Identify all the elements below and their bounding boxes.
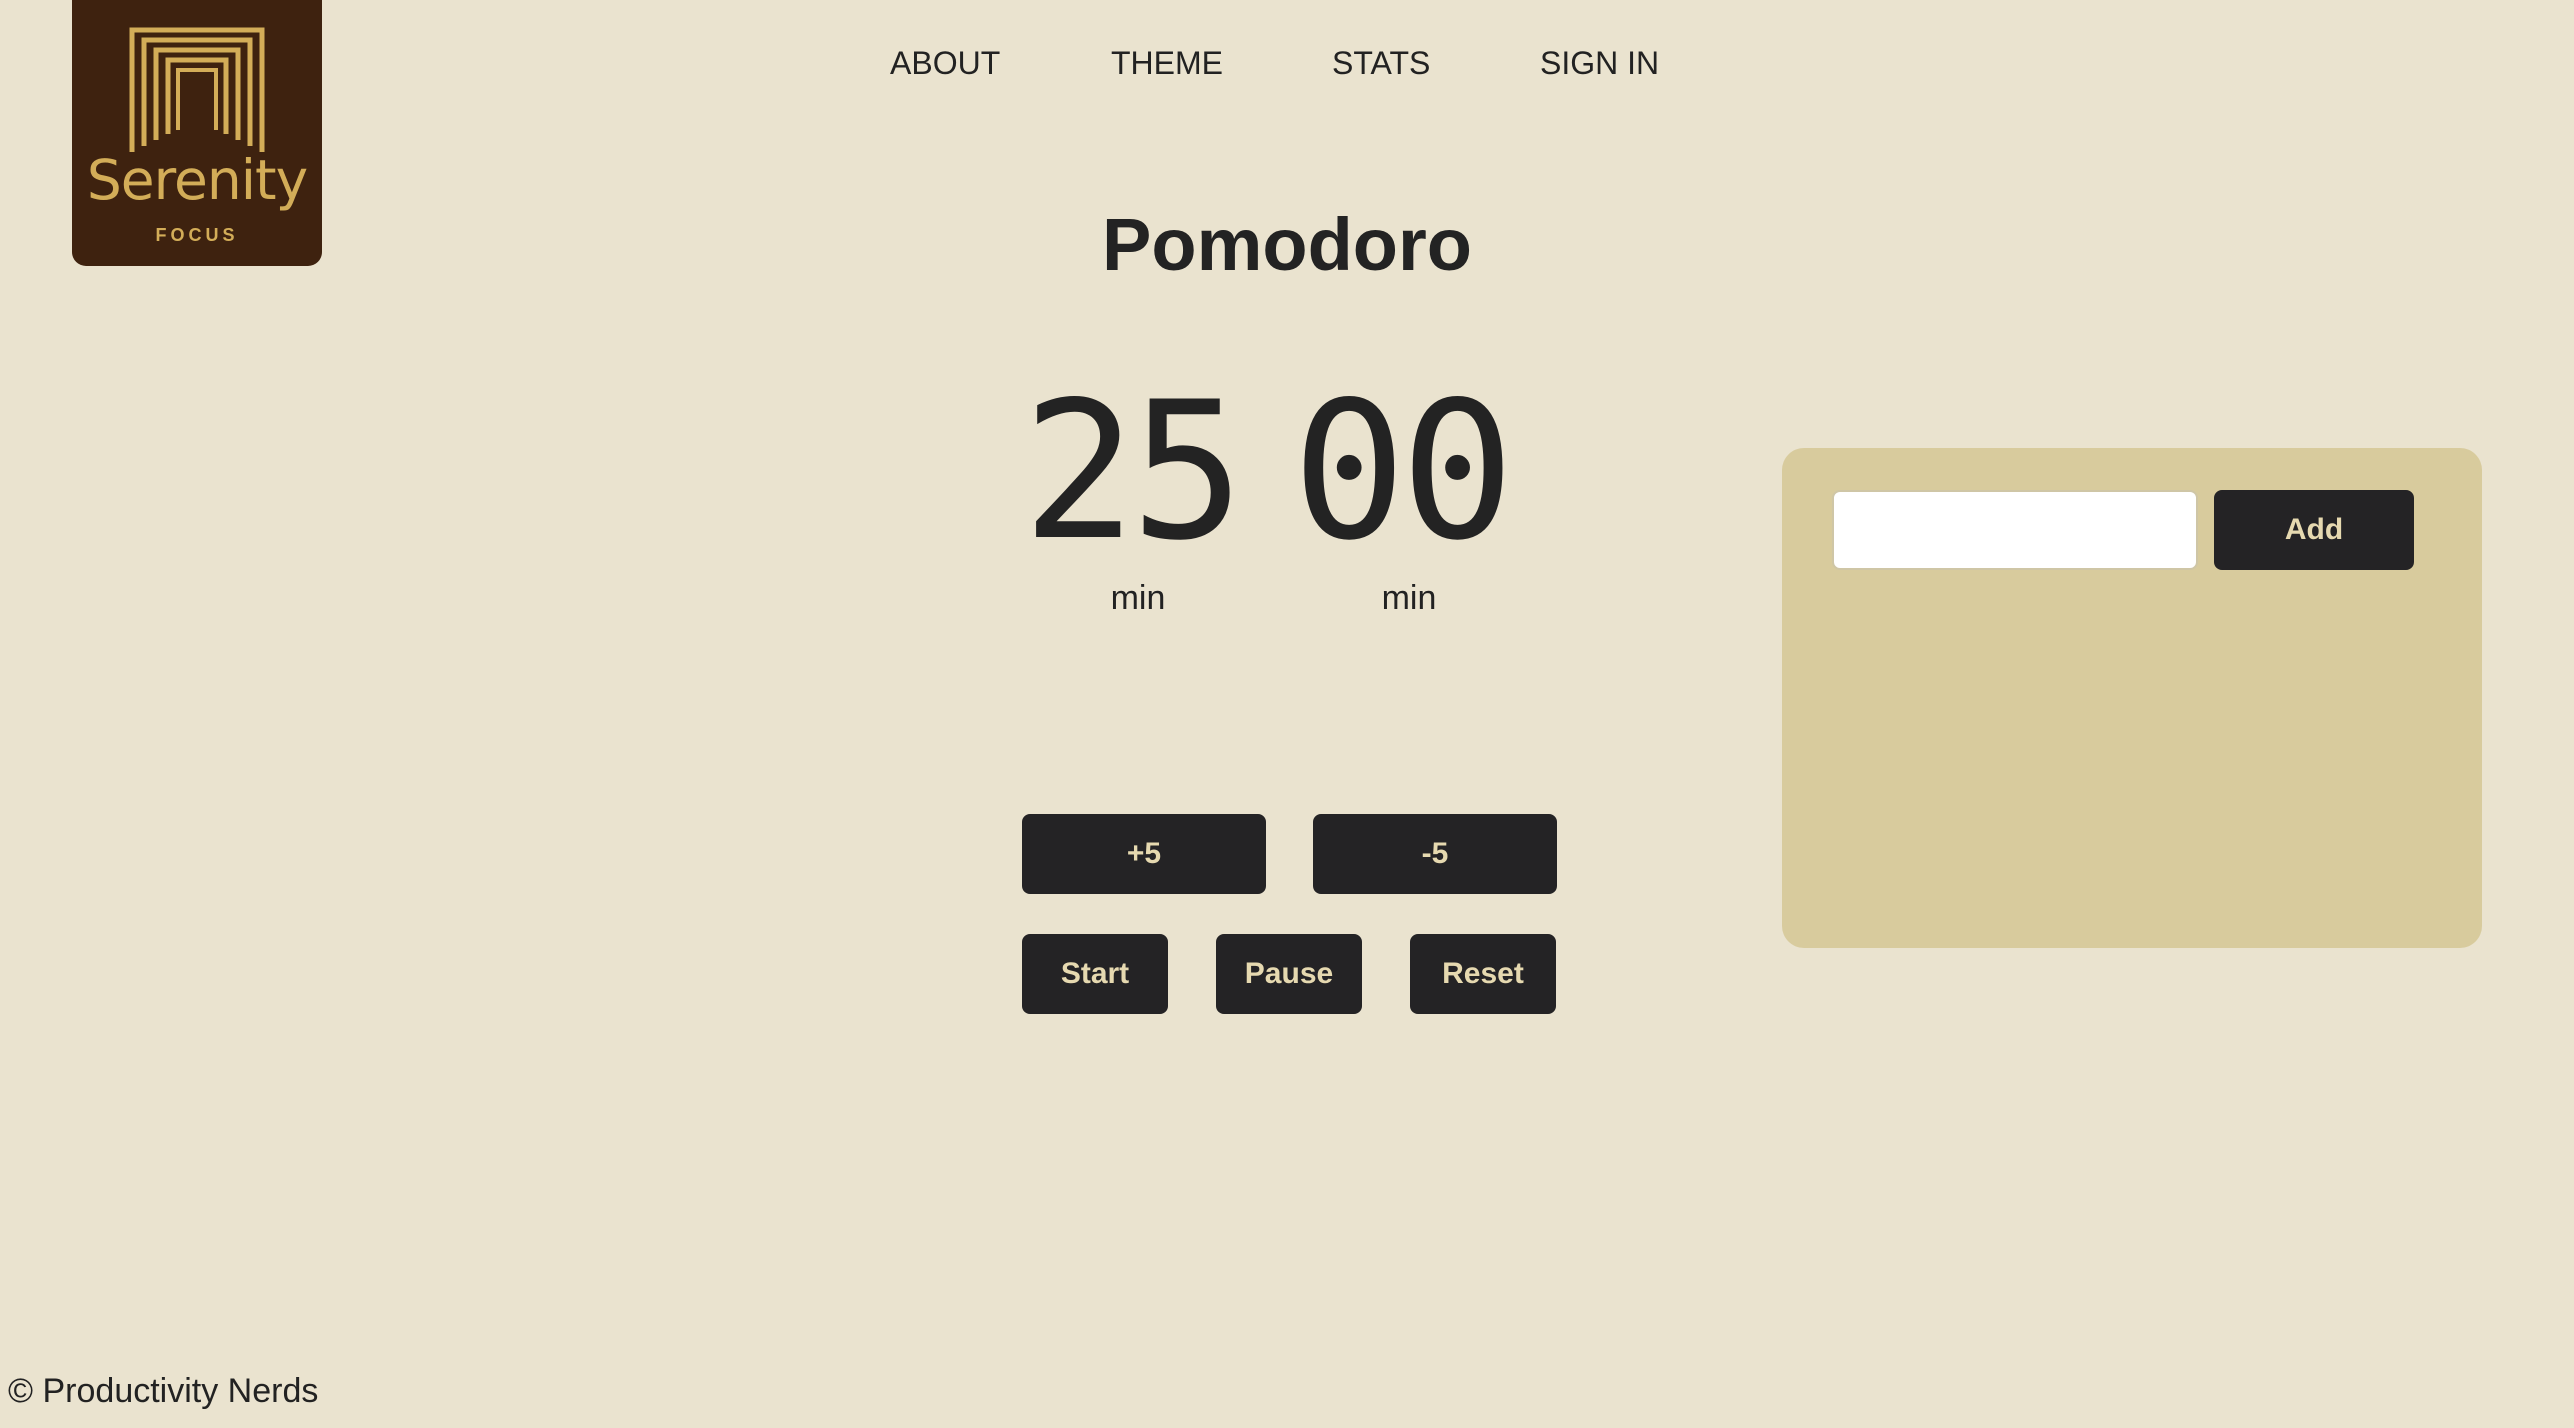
seconds-unit-label: min (1381, 579, 1437, 617)
start-button[interactable]: Start (1022, 934, 1168, 1014)
add-task-button[interactable]: Add (2214, 490, 2414, 570)
task-panel: Add (1782, 448, 2482, 948)
subtract-five-minutes-button[interactable]: -5 (1313, 814, 1557, 894)
page-title: Pomodoro (1102, 203, 1472, 286)
nav-about[interactable]: ABOUT (890, 42, 1000, 84)
task-input[interactable] (1832, 490, 2198, 570)
nav-stats[interactable]: STATS (1332, 42, 1430, 84)
timer-minutes: 25 (1022, 361, 1245, 582)
reset-button[interactable]: Reset (1410, 934, 1556, 1014)
footer-copyright: © Productivity Nerds (8, 1372, 319, 1410)
timer-seconds: 00 (1292, 361, 1515, 582)
minutes-unit-label: min (1110, 579, 1166, 617)
nav-theme[interactable]: THEME (1111, 42, 1223, 84)
nav-sign-in[interactable]: SIGN IN (1540, 42, 1659, 84)
add-five-minutes-button[interactable]: +5 (1022, 814, 1266, 894)
pause-button[interactable]: Pause (1216, 934, 1362, 1014)
